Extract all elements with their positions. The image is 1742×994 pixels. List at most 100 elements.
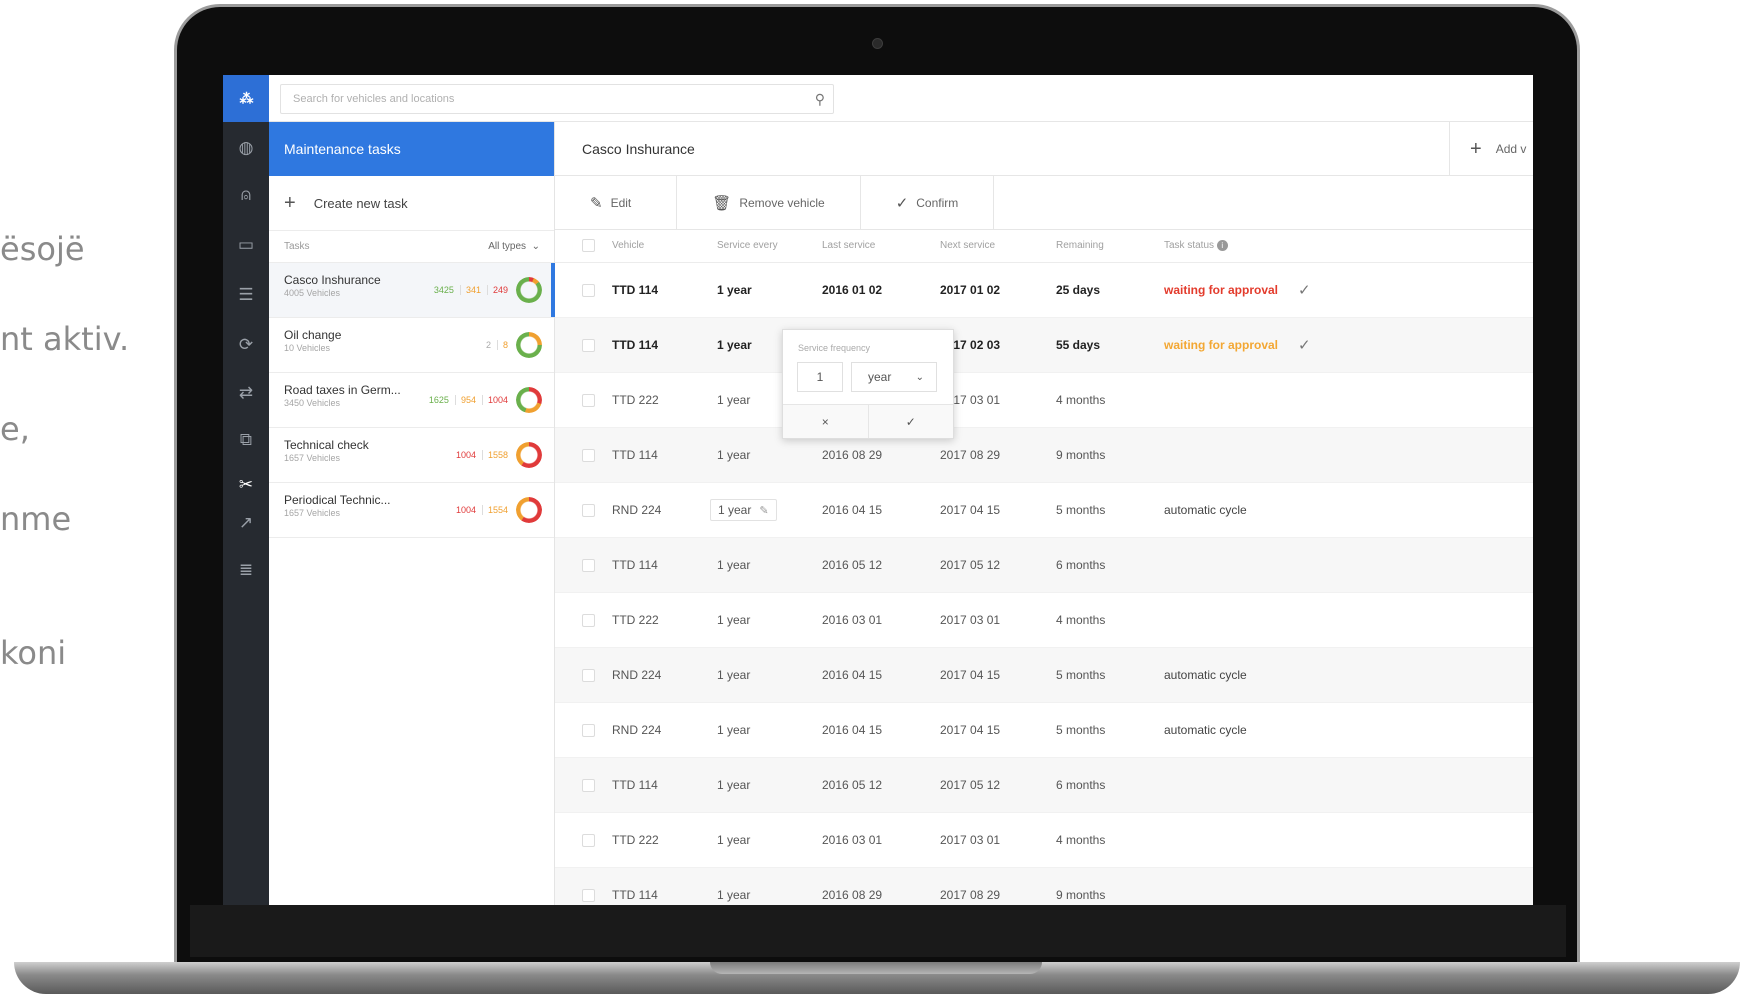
check-circle-icon[interactable]: ✓ [1298, 282, 1311, 299]
task-item[interactable]: Road taxes in Germ... 3450 Vehicles 1625… [269, 373, 554, 428]
cycle-icon[interactable]: ⟳ [223, 330, 269, 360]
count-overdue: 1558 [481, 450, 508, 460]
chevron-down-icon: ⌄ [915, 371, 924, 383]
remove-vehicle-label: Remove vehicle [739, 195, 825, 210]
edit-button[interactable]: ✎ Edit [555, 176, 678, 229]
cell-remaining: 4 months [1056, 812, 1164, 868]
main-header: Casco Inshurance + Add v [555, 122, 1533, 176]
cell-service-every[interactable]: 1 year [717, 757, 822, 813]
cell-remaining: 25 days [1056, 262, 1164, 318]
cell-service-every[interactable]: 1 year [717, 812, 822, 868]
table-row[interactable]: TTD 114 1 year 2016 01 02 2017 01 02 25 … [555, 262, 1533, 318]
tasks-panel: Maintenance tasks + Create new task Task… [269, 122, 555, 905]
chat-icon[interactable]: ▭ [223, 230, 269, 260]
cell-task-status [1164, 372, 1298, 428]
cell-service-every[interactable]: 1 year ✎ [710, 482, 822, 538]
cell-service-every[interactable]: 1 year [717, 647, 822, 703]
stack-icon[interactable]: ≣ [223, 555, 269, 585]
side-text-5: koni [0, 634, 67, 672]
table-row[interactable]: TTD 114 1 year 2016 08 29 2017 08 29 9 m… [555, 867, 1533, 905]
cell-next-service: 2017 03 01 [940, 592, 1056, 648]
select-all-checkbox[interactable] [582, 239, 595, 253]
tasks-panel-title: Maintenance tasks [269, 122, 554, 176]
row-checkbox[interactable] [582, 613, 595, 627]
count-warning: 2 [485, 340, 491, 350]
cell-service-every[interactable]: 1 year [717, 867, 822, 905]
task-item[interactable]: Technical check 1657 Vehicles 1004 1558 [269, 428, 554, 483]
cell-vehicle: TTD 222 [612, 812, 717, 868]
list-icon[interactable]: ☰ [223, 280, 269, 310]
chart-icon[interactable]: ↗ [223, 508, 269, 538]
cell-vehicle: RND 224 [612, 482, 717, 538]
create-task-button[interactable]: + Create new task [269, 176, 554, 231]
col-task-status[interactable]: Task status i [1164, 230, 1298, 263]
table-row[interactable]: TTD 222 1 year 2016 03 01 2017 03 01 4 m… [555, 812, 1533, 868]
search-icon[interactable]: ⚲ [815, 91, 825, 108]
route-icon[interactable]: ⇄ [223, 378, 269, 408]
user-icon[interactable]: ⍝ [223, 180, 269, 210]
count-warning: 1004 [455, 505, 476, 515]
col-last-service[interactable]: Last service [822, 230, 940, 263]
cell-vehicle: TTD 114 [612, 757, 717, 813]
add-vehicle-button[interactable]: + Add v [1449, 122, 1533, 176]
cell-next-service: 2017 02 03 [940, 317, 1056, 373]
row-checkbox[interactable] [582, 778, 595, 792]
task-item[interactable]: Oil change 10 Vehicles 2 8 [269, 318, 554, 373]
cancel-button[interactable]: × [783, 405, 868, 438]
row-checkbox[interactable] [582, 723, 595, 737]
cell-service-every[interactable]: 1 year [717, 702, 822, 758]
dashboard-icon[interactable]: ◍ [223, 133, 269, 163]
row-checkbox[interactable] [582, 833, 595, 847]
tools-icon[interactable]: ✂ [223, 470, 269, 500]
col-vehicle[interactable]: Vehicle [612, 230, 717, 263]
row-checkbox[interactable] [582, 338, 595, 352]
table-row[interactable]: TTD 222 1 year 2016 03 01 2017 03 01 4 m… [555, 592, 1533, 648]
type-filter-dropdown[interactable]: All types ⌄ [488, 241, 540, 252]
task-counts: 3425 341 249 [434, 285, 508, 295]
row-checkbox[interactable] [582, 393, 595, 407]
task-progress-ring [516, 497, 542, 523]
task-item[interactable]: Periodical Technic... 1657 Vehicles 1004… [269, 483, 554, 538]
table-row[interactable]: TTD 222 1 year 2017 03 01 4 months [555, 372, 1533, 428]
table-row[interactable]: TTD 114 1 year 2016 08 29 2017 08 29 9 m… [555, 427, 1533, 483]
info-icon[interactable]: i [1216, 240, 1228, 252]
remove-vehicle-button[interactable]: 🗑 Remove vehicle [677, 176, 861, 229]
row-checkbox[interactable] [582, 668, 595, 682]
row-checkbox[interactable] [582, 503, 595, 517]
col-service-every[interactable]: Service every [717, 230, 822, 263]
cell-task-status [1164, 427, 1298, 483]
search-input[interactable] [281, 85, 781, 113]
count-overdue: 8 [496, 340, 508, 350]
logo-icon[interactable]: ⁂ [223, 75, 269, 122]
cell-last-service: 2016 03 01 [822, 812, 940, 868]
frequency-unit-select[interactable]: year ⌄ [851, 362, 937, 392]
task-progress-ring [516, 442, 542, 468]
popover-label: Service frequency [798, 343, 871, 353]
frequency-number-input[interactable]: 1 [797, 362, 843, 392]
row-checkbox[interactable] [582, 283, 595, 297]
table-row[interactable]: RND 224 1 year 2016 04 15 2017 04 15 5 m… [555, 647, 1533, 703]
row-checkbox[interactable] [582, 558, 595, 572]
table-row[interactable]: TTD 114 1 year 2016 05 12 2017 05 12 6 m… [555, 537, 1533, 593]
check-circle-icon[interactable]: ✓ [1298, 337, 1311, 354]
row-checkbox[interactable] [582, 888, 595, 902]
table-row[interactable]: TTD 114 1 year 2017 02 03 55 days waitin… [555, 317, 1533, 373]
cell-service-every[interactable]: 1 year [717, 537, 822, 593]
task-item[interactable]: Casco Inshurance 4005 Vehicles 3425 341 … [269, 263, 555, 318]
cell-remaining: 4 months [1056, 372, 1164, 428]
col-next-service[interactable]: Next service [940, 230, 1056, 263]
cell-service-every[interactable]: 1 year [717, 592, 822, 648]
cell-task-status: automatic cycle [1164, 647, 1298, 703]
table-row[interactable]: RND 224 1 year 2016 04 15 2017 04 15 5 m… [555, 702, 1533, 758]
confirm-button[interactable]: ✓ Confirm [861, 176, 995, 229]
row-checkbox[interactable] [582, 448, 595, 462]
table-header-row: Vehicle Service every Last service Next … [555, 230, 1533, 263]
table-row[interactable]: TTD 114 1 year 2016 05 12 2017 05 12 6 m… [555, 757, 1533, 813]
apply-button[interactable]: ✓ [867, 405, 954, 438]
col-remaining[interactable]: Remaining [1056, 230, 1164, 263]
count-overdue: 249 [486, 285, 508, 295]
service-every-edit-chip[interactable]: 1 year ✎ [710, 498, 777, 521]
cell-service-every[interactable]: 1 year [717, 262, 822, 318]
table-row[interactable]: RND 224 1 year ✎ 2016 04 15 2017 04 15 5 … [555, 482, 1533, 538]
layers-icon[interactable]: ⧉ [223, 425, 269, 455]
